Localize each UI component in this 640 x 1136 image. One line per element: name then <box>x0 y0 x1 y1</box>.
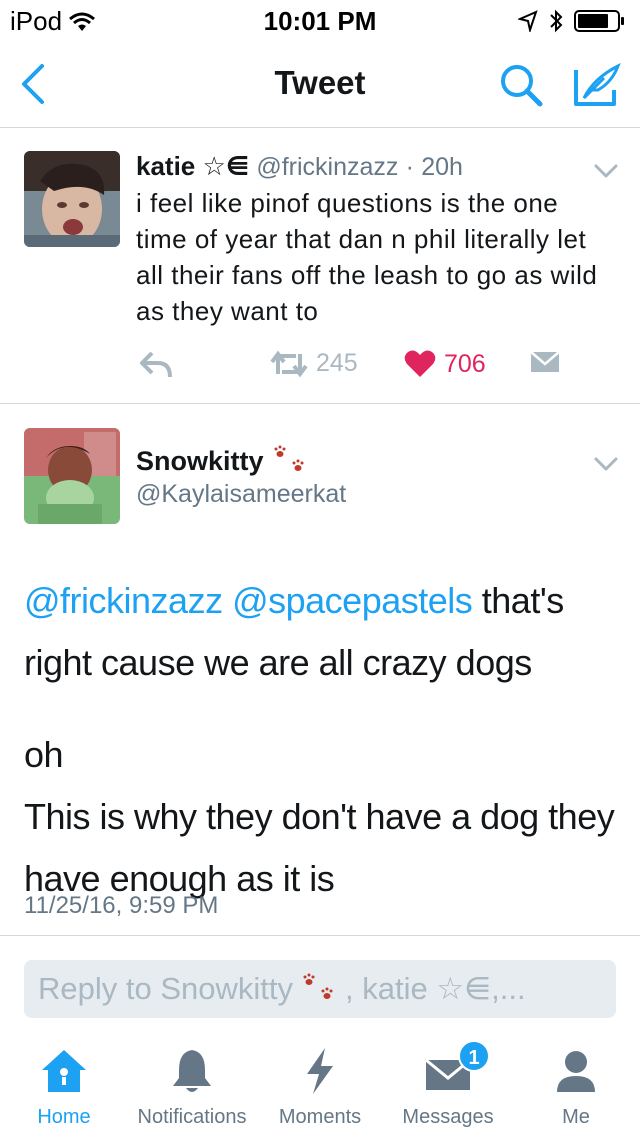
messages-badge: 1 <box>458 1040 490 1072</box>
reply-placeholder-start: Reply to Snowkitty <box>38 971 293 1006</box>
tweet-header: katie ☆⋹ @frickinzazz · 20h <box>136 151 463 182</box>
user-name-text: Snowkitty <box>136 445 264 476</box>
avatar-image <box>24 151 120 247</box>
tweet-paragraph: @frickinzazz @spacepastels that's right … <box>24 570 624 694</box>
status-bar: iPod 10:01 PM <box>0 0 640 40</box>
tab-messages[interactable]: 1 Messages <box>384 1036 512 1136</box>
tab-label: Home <box>37 1106 91 1128</box>
like-button[interactable]: 706 <box>404 349 486 379</box>
lightning-icon <box>307 1048 333 1094</box>
retweet-icon <box>270 350 308 377</box>
mention-link[interactable]: @spacepastels <box>232 580 473 621</box>
compose-tweet-icon[interactable] <box>570 60 624 110</box>
avatar-image <box>24 428 120 524</box>
reply-button[interactable] <box>138 349 174 379</box>
navigation-bar: Tweet <box>0 40 640 128</box>
battery-icon <box>574 10 624 32</box>
main-tweet: Snowkitty @Kaylaisameerkat @frickinzazz … <box>0 404 640 936</box>
bluetooth-icon <box>550 9 563 33</box>
tab-label: Me <box>562 1106 590 1128</box>
quoted-tweet[interactable]: katie ☆⋹ @frickinzazz · 20h i feel like … <box>0 129 640 404</box>
chevron-down-icon[interactable] <box>592 454 620 474</box>
status-right <box>518 8 626 34</box>
chevron-down-icon[interactable] <box>592 161 620 181</box>
user-handle[interactable]: @Kaylaisameerkat <box>136 480 346 509</box>
tweet-age: 20h <box>421 153 463 181</box>
user-name[interactable]: Snowkitty <box>136 444 308 478</box>
person-icon <box>557 1051 595 1092</box>
search-icon[interactable] <box>496 60 546 110</box>
tweet-paragraph: oh <box>24 734 64 775</box>
tweet-timestamp: 11/25/16, 9:59 PM <box>24 892 219 919</box>
envelope-icon <box>530 351 560 372</box>
tweet-text: i feel like pinof questions is the one t… <box>136 188 598 326</box>
paw-prints-icon <box>274 445 304 471</box>
tab-home[interactable]: Home <box>0 1036 128 1136</box>
tab-label: Messages <box>402 1106 494 1128</box>
tab-label: Notifications <box>137 1106 247 1128</box>
separator-dot: · <box>405 153 414 181</box>
retweet-button[interactable]: 245 <box>270 349 358 378</box>
tab-bar: Home Notifications Moments 1 Messages Me <box>0 1036 640 1136</box>
tab-label: Moments <box>278 1106 362 1128</box>
home-icon <box>42 1050 86 1092</box>
heart-icon <box>404 350 436 377</box>
avatar[interactable] <box>24 428 120 524</box>
paw-prints-icon <box>303 973 333 999</box>
direct-message-button[interactable] <box>530 349 560 375</box>
reply-input[interactable]: Reply to Snowkitty , katie ☆⋹,... <box>24 960 616 1018</box>
tab-moments[interactable]: Moments <box>256 1036 384 1136</box>
tweet-actions: 245 706 <box>0 349 640 389</box>
tab-notifications[interactable]: Notifications <box>128 1036 256 1136</box>
user-handle[interactable]: @frickinzazz <box>256 153 398 181</box>
mention-link[interactable]: @frickinzazz <box>24 580 223 621</box>
tweet-text: @frickinzazz @spacepastels that's right … <box>24 570 624 910</box>
avatar[interactable] <box>24 151 120 247</box>
tab-me[interactable]: Me <box>512 1036 640 1136</box>
user-name[interactable]: katie ☆⋹ <box>136 151 249 181</box>
reply-placeholder-end: , katie ☆⋹,... <box>345 971 526 1006</box>
retweet-count: 245 <box>316 349 358 377</box>
bell-icon <box>173 1050 211 1092</box>
like-count: 706 <box>444 349 486 378</box>
location-arrow-icon <box>518 10 538 32</box>
reply-icon <box>140 351 172 378</box>
